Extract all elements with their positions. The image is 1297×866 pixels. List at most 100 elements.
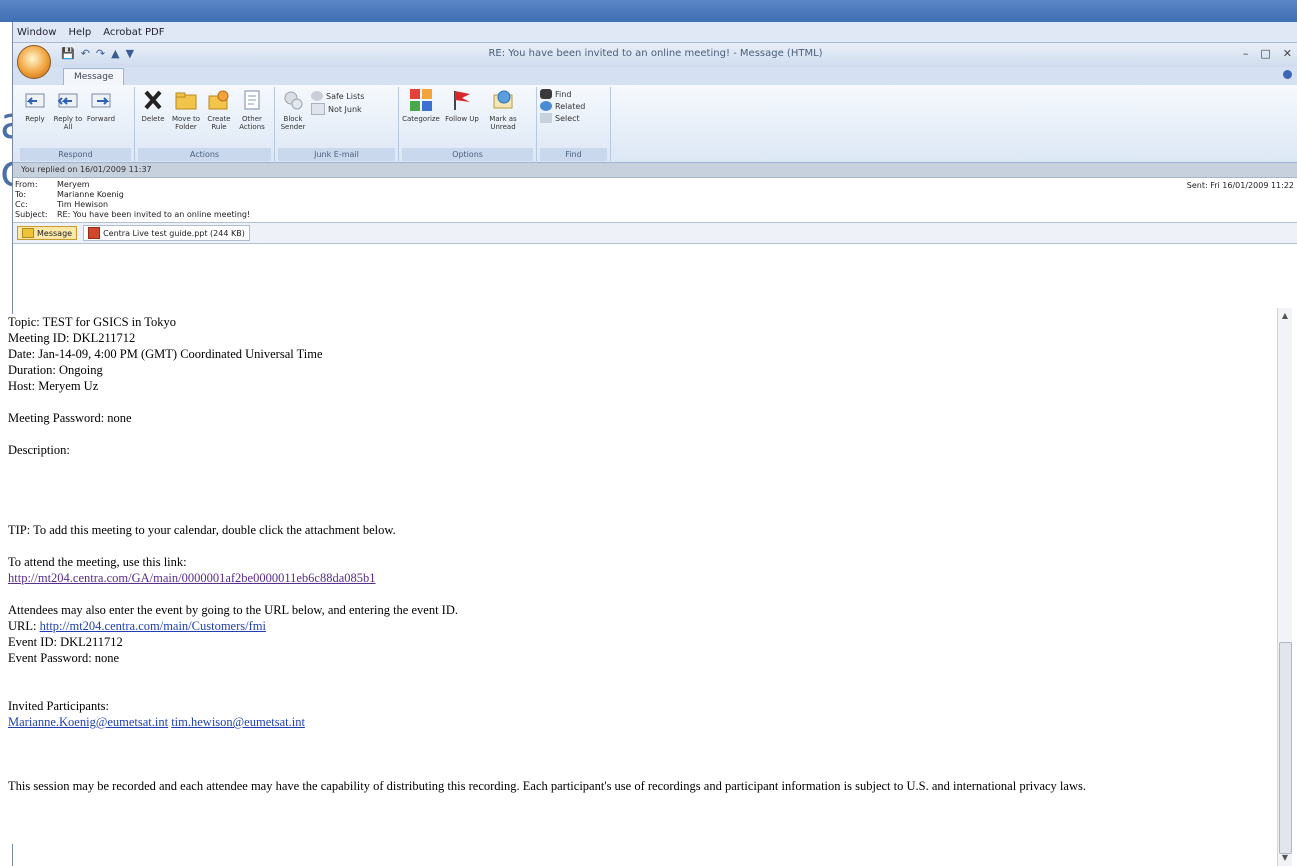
flag-icon bbox=[450, 87, 474, 113]
mark-unread-icon bbox=[491, 87, 515, 113]
reply-info-bar: You replied on 16/01/2009 11:37 bbox=[13, 163, 1297, 178]
password-line: Meeting Password: none bbox=[8, 411, 132, 425]
reply-icon bbox=[23, 87, 47, 113]
to-row: To: Marianne Koenig bbox=[15, 190, 124, 199]
scroll-up-arrow-icon[interactable]: ▲ bbox=[1278, 308, 1292, 324]
date-line: Date: Jan-14-09, 4:00 PM (GMT) Coordinat… bbox=[8, 347, 323, 361]
forward-icon bbox=[89, 87, 113, 113]
related-icon bbox=[540, 101, 552, 111]
block-sender-button[interactable]: Block Sender bbox=[278, 87, 308, 131]
powerpoint-icon bbox=[88, 227, 101, 239]
cc-value[interactable]: Tim Hewison bbox=[57, 200, 108, 209]
minimize-icon[interactable]: – bbox=[1243, 47, 1249, 60]
delete-icon bbox=[141, 87, 165, 113]
description-line: Description: bbox=[8, 443, 70, 457]
ribbon-group-respond: Reply Reply to All Forward Respond bbox=[17, 87, 135, 161]
categorize-icon bbox=[409, 87, 433, 113]
binoculars-icon bbox=[540, 89, 552, 99]
event-password-line: Event Password: none bbox=[8, 651, 120, 665]
topic-line: Topic: TEST for GSICS in Tokyo bbox=[8, 315, 177, 329]
event-id-line: Event ID: DKL211712 bbox=[8, 635, 123, 649]
ribbon-tab-row: Message bbox=[13, 67, 1297, 85]
group-label-junk: Junk E-mail bbox=[278, 148, 395, 161]
ribbon-group-actions: Delete Move to Folder Create Rule Other … bbox=[135, 87, 275, 161]
maximize-icon[interactable]: □ bbox=[1260, 47, 1270, 60]
menu-acrobat[interactable]: Acrobat PDF bbox=[103, 27, 164, 38]
group-label-find: Find bbox=[540, 148, 607, 161]
folder-icon bbox=[174, 87, 198, 113]
tab-message[interactable]: Message bbox=[63, 68, 125, 85]
menu-bar: Window Help Acrobat PDF bbox=[13, 22, 1297, 43]
group-label-actions: Actions bbox=[138, 148, 271, 161]
sent-field: Sent: Fri 16/01/2009 11:22 bbox=[1186, 181, 1294, 190]
ribbon: Reply Reply to All Forward Respond Delet… bbox=[13, 85, 1297, 163]
message-body: Topic: TEST for GSICS in Tokyo Meeting I… bbox=[0, 314, 1266, 844]
attendees-line: Attendees may also enter the event by go… bbox=[8, 603, 458, 617]
forward-button[interactable]: Forward bbox=[86, 87, 116, 123]
related-button[interactable]: Related bbox=[540, 101, 585, 111]
window-controls: – □ ✕ bbox=[1243, 47, 1292, 60]
menu-help[interactable]: Help bbox=[68, 27, 91, 38]
move-to-folder-button[interactable]: Move to Folder bbox=[171, 87, 201, 131]
office-button[interactable] bbox=[17, 45, 51, 79]
not-junk-icon bbox=[311, 103, 325, 115]
ribbon-group-find: Find Related Select Find bbox=[537, 87, 611, 161]
cc-row: Cc: Tim Hewison bbox=[15, 200, 109, 209]
duration-line: Duration: Ongoing bbox=[8, 363, 103, 377]
url-link[interactable]: http://mt204.centra.com/main/Customers/f… bbox=[40, 619, 266, 633]
url-line: URL: http://mt204.centra.com/main/Custom… bbox=[8, 619, 266, 633]
host-line: Host: Meryem Uz bbox=[8, 379, 99, 393]
follow-up-button[interactable]: Follow Up bbox=[443, 87, 481, 123]
envelope-icon bbox=[22, 228, 34, 238]
attend-line: To attend the meeting, use this link: bbox=[8, 555, 187, 569]
disclaimer-line: This session may be recorded and each at… bbox=[8, 779, 1086, 793]
scroll-down-arrow-icon[interactable]: ▼ bbox=[1278, 850, 1292, 866]
create-rule-button[interactable]: Create Rule bbox=[204, 87, 234, 131]
help-icon[interactable] bbox=[1283, 70, 1292, 79]
participant-link-1[interactable]: Marianne.Koenig@eumetsat.int bbox=[8, 715, 168, 729]
participant-link-2[interactable]: tim.hewison@eumetsat.int bbox=[171, 715, 305, 729]
invited-line: Invited Participants: bbox=[8, 699, 110, 713]
delete-button[interactable]: Delete bbox=[138, 87, 168, 123]
reply-button[interactable]: Reply bbox=[20, 87, 50, 123]
window-title: RE: You have been invited to an online m… bbox=[488, 48, 823, 59]
other-actions-button[interactable]: Other Actions bbox=[237, 87, 267, 131]
subject-value: RE: You have been invited to an online m… bbox=[57, 210, 251, 219]
sent-value: Fri 16/01/2009 11:22 bbox=[1210, 181, 1294, 190]
ribbon-group-junk: Block Sender Safe Lists Not Junk Junk E-… bbox=[275, 87, 399, 161]
ppt-attachment[interactable]: Centra Live test guide.ppt (244 KB) bbox=[83, 225, 250, 241]
message-header: From: Meryem To: Marianne Koenig Cc: Tim He… bbox=[13, 178, 1297, 223]
block-sender-icon bbox=[281, 87, 305, 113]
tip-line: TIP: To add this meeting to your calenda… bbox=[8, 523, 396, 537]
close-icon[interactable]: ✕ bbox=[1283, 47, 1292, 60]
to-value[interactable]: Marianne Koenig bbox=[57, 190, 124, 199]
group-label-respond: Respond bbox=[20, 148, 131, 161]
safe-lists-icon bbox=[311, 91, 323, 101]
other-actions-icon bbox=[240, 87, 264, 113]
participants-line: Marianne.Koenig@eumetsat.int tim.hewison… bbox=[8, 714, 1266, 730]
mark-as-unread-button[interactable]: Mark as Unread bbox=[484, 87, 522, 131]
message-attachment-tab[interactable]: Message bbox=[17, 226, 78, 240]
scroll-thumb[interactable] bbox=[1279, 642, 1292, 854]
select-icon bbox=[540, 113, 552, 123]
safe-lists-button[interactable]: Safe Lists bbox=[311, 91, 364, 101]
from-value[interactable]: Meryem bbox=[57, 180, 90, 189]
select-button[interactable]: Select bbox=[540, 113, 585, 123]
categorize-button[interactable]: Categorize bbox=[402, 87, 440, 123]
from-row: From: Meryem bbox=[15, 180, 90, 189]
find-button[interactable]: Find bbox=[540, 89, 585, 99]
meeting-link[interactable]: http://mt204.centra.com/GA/main/0000001a… bbox=[8, 571, 376, 585]
ribbon-group-options: Categorize Follow Up Mark as Unread Opti… bbox=[399, 87, 537, 161]
reply-all-button[interactable]: Reply to All bbox=[53, 87, 83, 131]
meeting-id-line: Meeting ID: DKL211712 bbox=[8, 331, 136, 345]
attachment-bar: Message Centra Live test guide.ppt (244 … bbox=[13, 223, 1297, 244]
subject-row: Subject: RE: You have been invited to an … bbox=[15, 210, 251, 219]
background-slide-band bbox=[0, 0, 1297, 22]
not-junk-button[interactable]: Not Junk bbox=[311, 103, 364, 115]
vertical-scrollbar[interactable]: ▲ ▼ bbox=[1277, 308, 1292, 866]
rule-icon bbox=[207, 87, 231, 113]
title-bar: 💾 ↶ ↷ ▲ ▼ RE: You have been invited to a… bbox=[13, 43, 1297, 79]
reply-all-icon bbox=[56, 87, 80, 113]
menu-window[interactable]: Window bbox=[17, 27, 56, 38]
group-label-options: Options bbox=[402, 148, 533, 161]
